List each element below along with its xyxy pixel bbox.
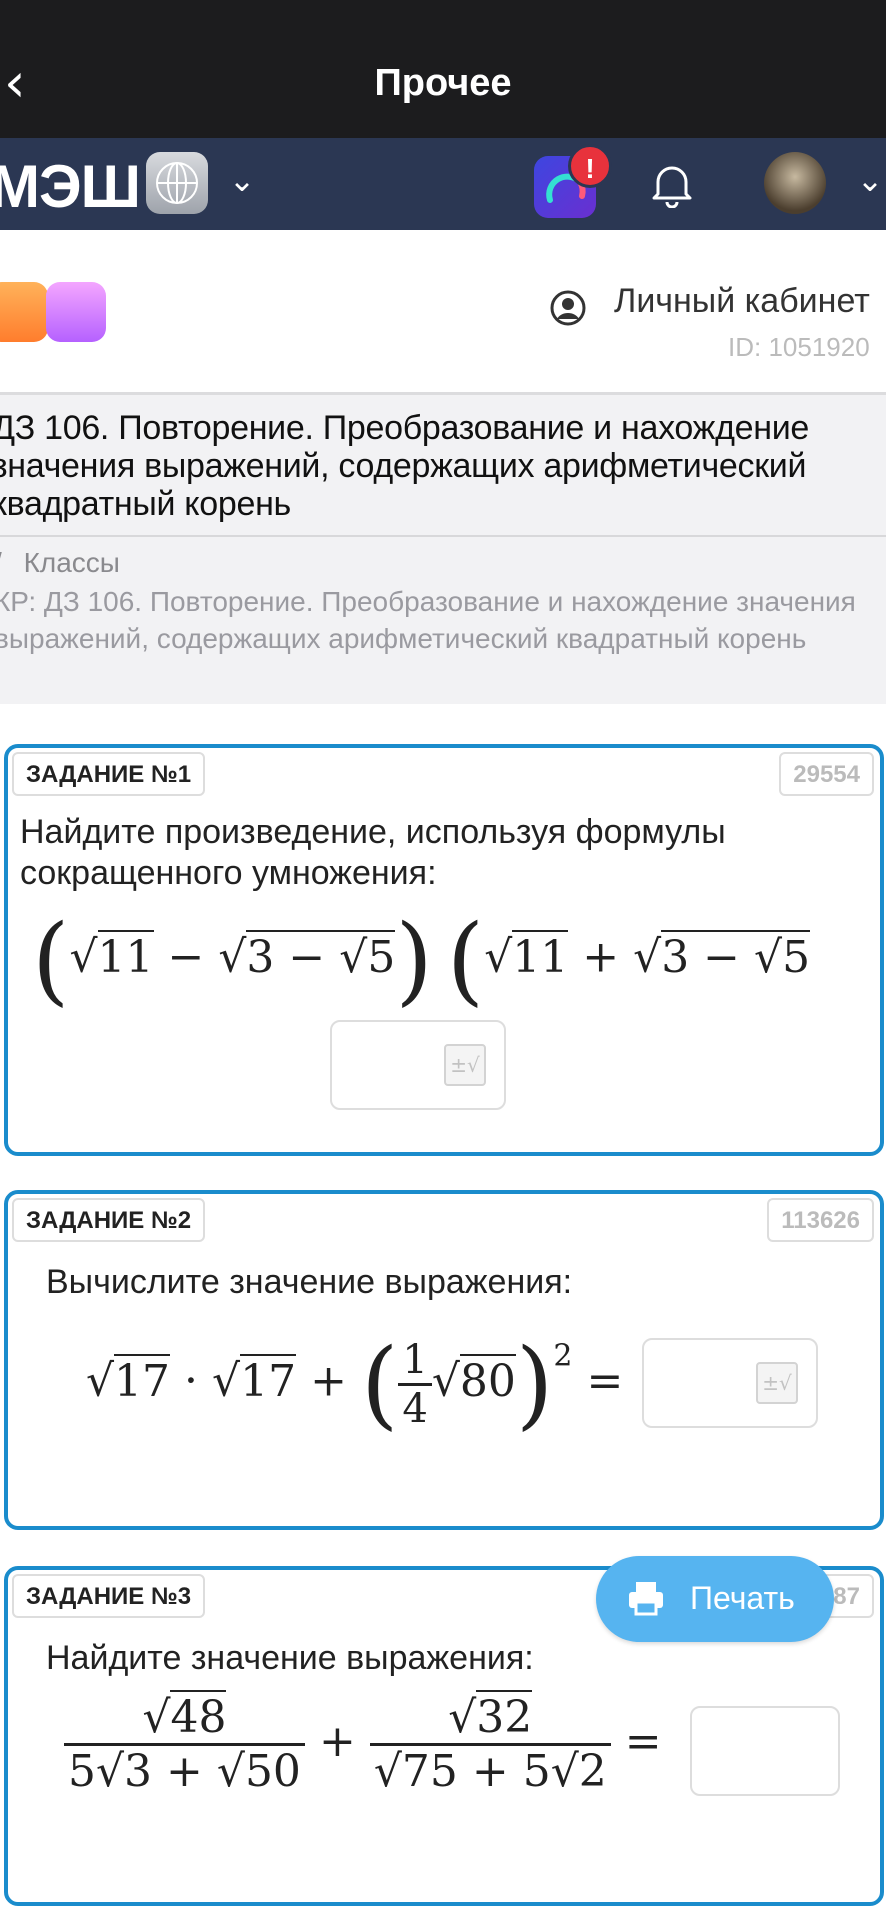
breadcrumb: / Классы [0, 547, 120, 579]
bell-icon[interactable] [650, 160, 694, 208]
task-number: 29554 [779, 752, 874, 796]
print-label: Печать [690, 1580, 795, 1616]
breadcrumb-classes[interactable]: Классы [24, 547, 120, 578]
calculator-icon[interactable]: ±√ [444, 1044, 486, 1086]
divider [0, 535, 886, 537]
breadcrumb-separator: / [0, 547, 2, 578]
lightbulb-app-icon[interactable] [0, 282, 48, 342]
chevron-down-icon[interactable]: ⌄ [222, 160, 262, 200]
task-card: ЗАДАНИЕ №2 113626 Вычислите значение выр… [4, 1190, 884, 1530]
answer-input[interactable] [690, 1706, 840, 1796]
mesh-logo[interactable]: МЭШ [0, 152, 141, 221]
task-text: Найдите значение выражения: [46, 1639, 534, 1677]
task-expression: (√11 − √3 − √5) (√11 + √3 − √5 [32, 904, 811, 1016]
answer-input[interactable]: ±√ [330, 1020, 506, 1110]
chevron-down-icon[interactable]: ⌄ [850, 160, 886, 200]
task-expression: √17 · √17 + (1 4 √80)2 = [86, 1328, 624, 1440]
calculator-icon[interactable]: ±√ [756, 1362, 798, 1404]
personal-cabinet-link[interactable]: Личный кабинет [614, 282, 870, 321]
page-title: Прочее [374, 62, 512, 104]
chart-app-icon[interactable] [46, 282, 106, 342]
printer-icon [629, 1582, 663, 1616]
answer-input[interactable]: ±√ [642, 1338, 818, 1428]
print-button[interactable]: Печать [596, 1556, 834, 1642]
globe-icon [156, 162, 198, 204]
user-avatar[interactable] [764, 152, 826, 214]
breadcrumb-current: КР: ДЗ 106. Повторение. Преобразование и… [0, 586, 856, 654]
task-label: ЗАДАНИЕ №1 [12, 752, 206, 796]
title-block: ДЗ 106. Повторение. Преобразование и нах… [0, 392, 886, 704]
task-expression: √48 5√3 + √50 + √32 √75 + 5√2 = [64, 1690, 662, 1797]
task-text: Найдите произведение, используя формулы … [20, 813, 726, 892]
user-circle-icon [550, 290, 586, 326]
globe-app-icon[interactable] [146, 152, 208, 214]
task-card: ЗАДАНИЕ №1 29554 Найдите произведение, и… [4, 744, 884, 1156]
user-id: ID: 1051920 [728, 332, 870, 362]
task-number: 113626 [767, 1198, 874, 1242]
task-label: ЗАДАНИЕ №2 [12, 1198, 206, 1242]
app-bar: МЭШ ⌄ ! ⌄ [0, 138, 886, 230]
task-label: ЗАДАНИЕ №3 [12, 1574, 206, 1618]
top-nav-bar: ‹ Прочее [0, 0, 886, 138]
assignment-title: ДЗ 106. Повторение. Преобразование и нах… [0, 409, 810, 523]
page-header: Личный кабинет ID: 1051920 [0, 230, 886, 390]
task-text: Вычислите значение выражения: [46, 1263, 573, 1301]
alert-badge: ! [568, 144, 612, 188]
